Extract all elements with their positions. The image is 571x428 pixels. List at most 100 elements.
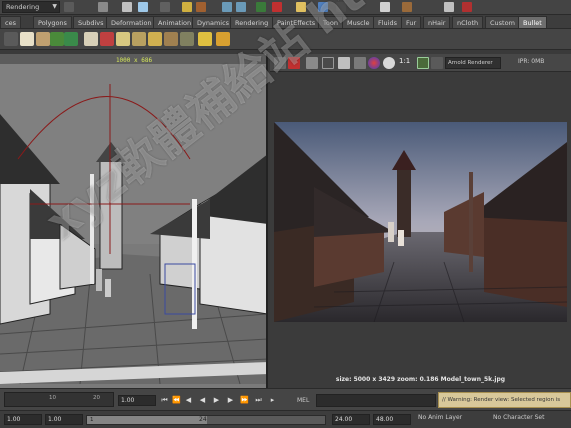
rigid-set-icon[interactable] — [64, 32, 78, 46]
renderer-selector[interactable]: Arnold Renderer — [445, 57, 501, 69]
stop-render-icon[interactable] — [354, 57, 366, 69]
layer-editor-icon[interactable] — [462, 2, 472, 12]
tab-muscle[interactable]: Muscle — [342, 16, 375, 28]
render-info-caption: size: 5000 x 3429 zoom: 0.186 Model_town… — [335, 376, 506, 383]
time-track[interactable]: 10 20 — [4, 392, 114, 407]
render-view-panel: 1:1 Arnold Renderer IPR: 0MB size: 5000 … — [270, 54, 571, 388]
renderer-label: Arnold Renderer — [448, 60, 493, 66]
tab-nhair[interactable]: nHair — [423, 16, 451, 28]
tab-polygons[interactable]: Polygons — [33, 16, 72, 28]
play-forward-icon[interactable] — [216, 32, 230, 46]
ipr-render-icon[interactable] — [296, 2, 306, 12]
bullet-solver-icon[interactable] — [20, 32, 34, 46]
redo-render-icon[interactable] — [274, 57, 286, 69]
keep-image-icon[interactable] — [417, 57, 429, 69]
shelf-icon-row — [0, 29, 571, 50]
start-time-field[interactable]: 1.00 — [4, 414, 42, 425]
perspective-viewport[interactable]: 1000 x 686 — [0, 54, 268, 388]
tick-label: 10 — [49, 395, 56, 401]
joint-chain-icon[interactable] — [148, 32, 162, 46]
snapshot-icon[interactable] — [306, 57, 318, 69]
rgb-channels-icon[interactable] — [368, 57, 380, 69]
render-icon[interactable] — [272, 2, 282, 12]
viewport-scene — [0, 64, 266, 385]
step-back-key-icon[interactable]: ◀ — [184, 396, 193, 405]
hinge-icon[interactable] — [164, 32, 178, 46]
chevron-down-icon: ▼ — [52, 3, 57, 10]
remove-image-icon[interactable] — [431, 57, 443, 69]
tab-dynamics[interactable]: Dynamics — [192, 16, 235, 28]
tab-toon[interactable]: Toon — [318, 16, 343, 28]
open-scene-icon[interactable] — [98, 2, 108, 12]
playback-end-field[interactable]: 24.00 — [332, 414, 370, 425]
mel-command-input[interactable] — [316, 394, 436, 407]
end-time-field[interactable]: 48.00 — [373, 414, 411, 425]
go-to-start-icon[interactable]: ⏮ — [160, 396, 169, 405]
tab-surfaces[interactable]: ces — [0, 16, 21, 28]
alpha-channel-icon[interactable] — [383, 57, 395, 69]
ipr-memory-label: IPR: 0MB — [518, 58, 545, 65]
tick-label: 20 — [93, 395, 100, 401]
channel-box-icon[interactable] — [444, 2, 454, 12]
cone-twist-icon[interactable] — [180, 32, 194, 46]
snap-curve-icon[interactable] — [236, 2, 246, 12]
input-field-icon[interactable] — [336, 2, 346, 12]
tab-bullet[interactable]: Bullet — [518, 16, 547, 28]
ratio-label[interactable]: 1:1 — [399, 57, 410, 65]
render-settings-icon[interactable] — [318, 2, 328, 12]
shelf-menu-icon[interactable] — [4, 32, 18, 46]
mask-icon[interactable] — [196, 2, 206, 12]
tool-settings-icon[interactable] — [402, 2, 412, 12]
range-handle[interactable] — [87, 416, 207, 424]
mode-label: Rendering — [6, 3, 40, 11]
new-scene-icon[interactable] — [64, 2, 74, 12]
tab-rendering[interactable]: Rendering — [230, 16, 274, 28]
mode-menu-selector[interactable]: Rendering ▼ — [2, 1, 60, 13]
keyframe-icon[interactable]: ▸ — [268, 396, 277, 405]
rendered-town-image — [274, 122, 567, 322]
tab-painteffects[interactable]: PaintEffects — [272, 16, 321, 28]
play-backwards-icon[interactable]: ◀ — [198, 396, 207, 405]
render-view-toolbar: 1:1 Arnold Renderer IPR: 0MB — [270, 54, 571, 72]
passive-rigid-body-icon[interactable] — [50, 32, 64, 46]
refresh-icon[interactable] — [338, 57, 350, 69]
soft-body-icon[interactable] — [84, 32, 98, 46]
play-forward-icon[interactable]: ▶ — [212, 396, 221, 405]
tab-fluids[interactable]: Fluids — [373, 16, 402, 28]
snap-grid-icon[interactable] — [222, 2, 232, 12]
current-frame-field[interactable]: 1.00 — [118, 395, 156, 406]
save-scene-icon[interactable] — [122, 2, 132, 12]
range-end-label: 24 — [199, 416, 207, 423]
skeleton-icon[interactable] — [132, 32, 146, 46]
anim-layer-selector[interactable]: No Anim Layer — [418, 414, 462, 421]
tab-subdivs[interactable]: Subdivs — [73, 16, 109, 28]
select-hierarchy-icon[interactable] — [138, 2, 148, 12]
select-icon[interactable] — [198, 32, 212, 46]
rendered-image — [274, 122, 567, 322]
tab-fur[interactable]: Fur — [401, 16, 422, 28]
constraint-icon[interactable] — [100, 32, 114, 46]
go-to-end-icon[interactable]: ⏭ — [254, 396, 263, 405]
step-forward-key-icon[interactable]: ▶ — [226, 396, 235, 405]
range-slider: 1.00 1.00 1 24 24.00 48.00 No Anim Layer… — [0, 410, 571, 428]
attribute-editor-icon[interactable] — [380, 2, 390, 12]
ragdoll-icon[interactable] — [116, 32, 130, 46]
command-result-warning: // Warning: Render view: Selected region… — [438, 392, 571, 408]
select-object-icon[interactable] — [160, 2, 170, 12]
tab-custom[interactable]: Custom — [485, 16, 520, 28]
step-back-icon[interactable]: ⏪ — [172, 396, 181, 405]
render-region-icon[interactable] — [288, 57, 300, 69]
step-forward-icon[interactable]: ⏩ — [240, 396, 249, 405]
range-bar[interactable]: 1 24 — [86, 415, 326, 425]
character-set-selector[interactable]: No Character Set — [493, 414, 544, 421]
ipr-icon[interactable] — [322, 57, 334, 69]
active-rigid-body-icon[interactable] — [36, 32, 50, 46]
playback-start-field[interactable]: 1.00 — [45, 414, 83, 425]
shelf-tab-bar: ces Polygons Subdivs Deformation Animati… — [0, 15, 571, 29]
snap-point-icon[interactable] — [256, 2, 266, 12]
tab-animation[interactable]: Animation — [153, 16, 197, 28]
tab-ncloth[interactable]: nCloth — [452, 16, 484, 28]
tab-deformation[interactable]: Deformation — [106, 16, 157, 28]
command-line-label[interactable]: MEL — [297, 397, 309, 404]
select-component-icon[interactable] — [182, 2, 192, 12]
